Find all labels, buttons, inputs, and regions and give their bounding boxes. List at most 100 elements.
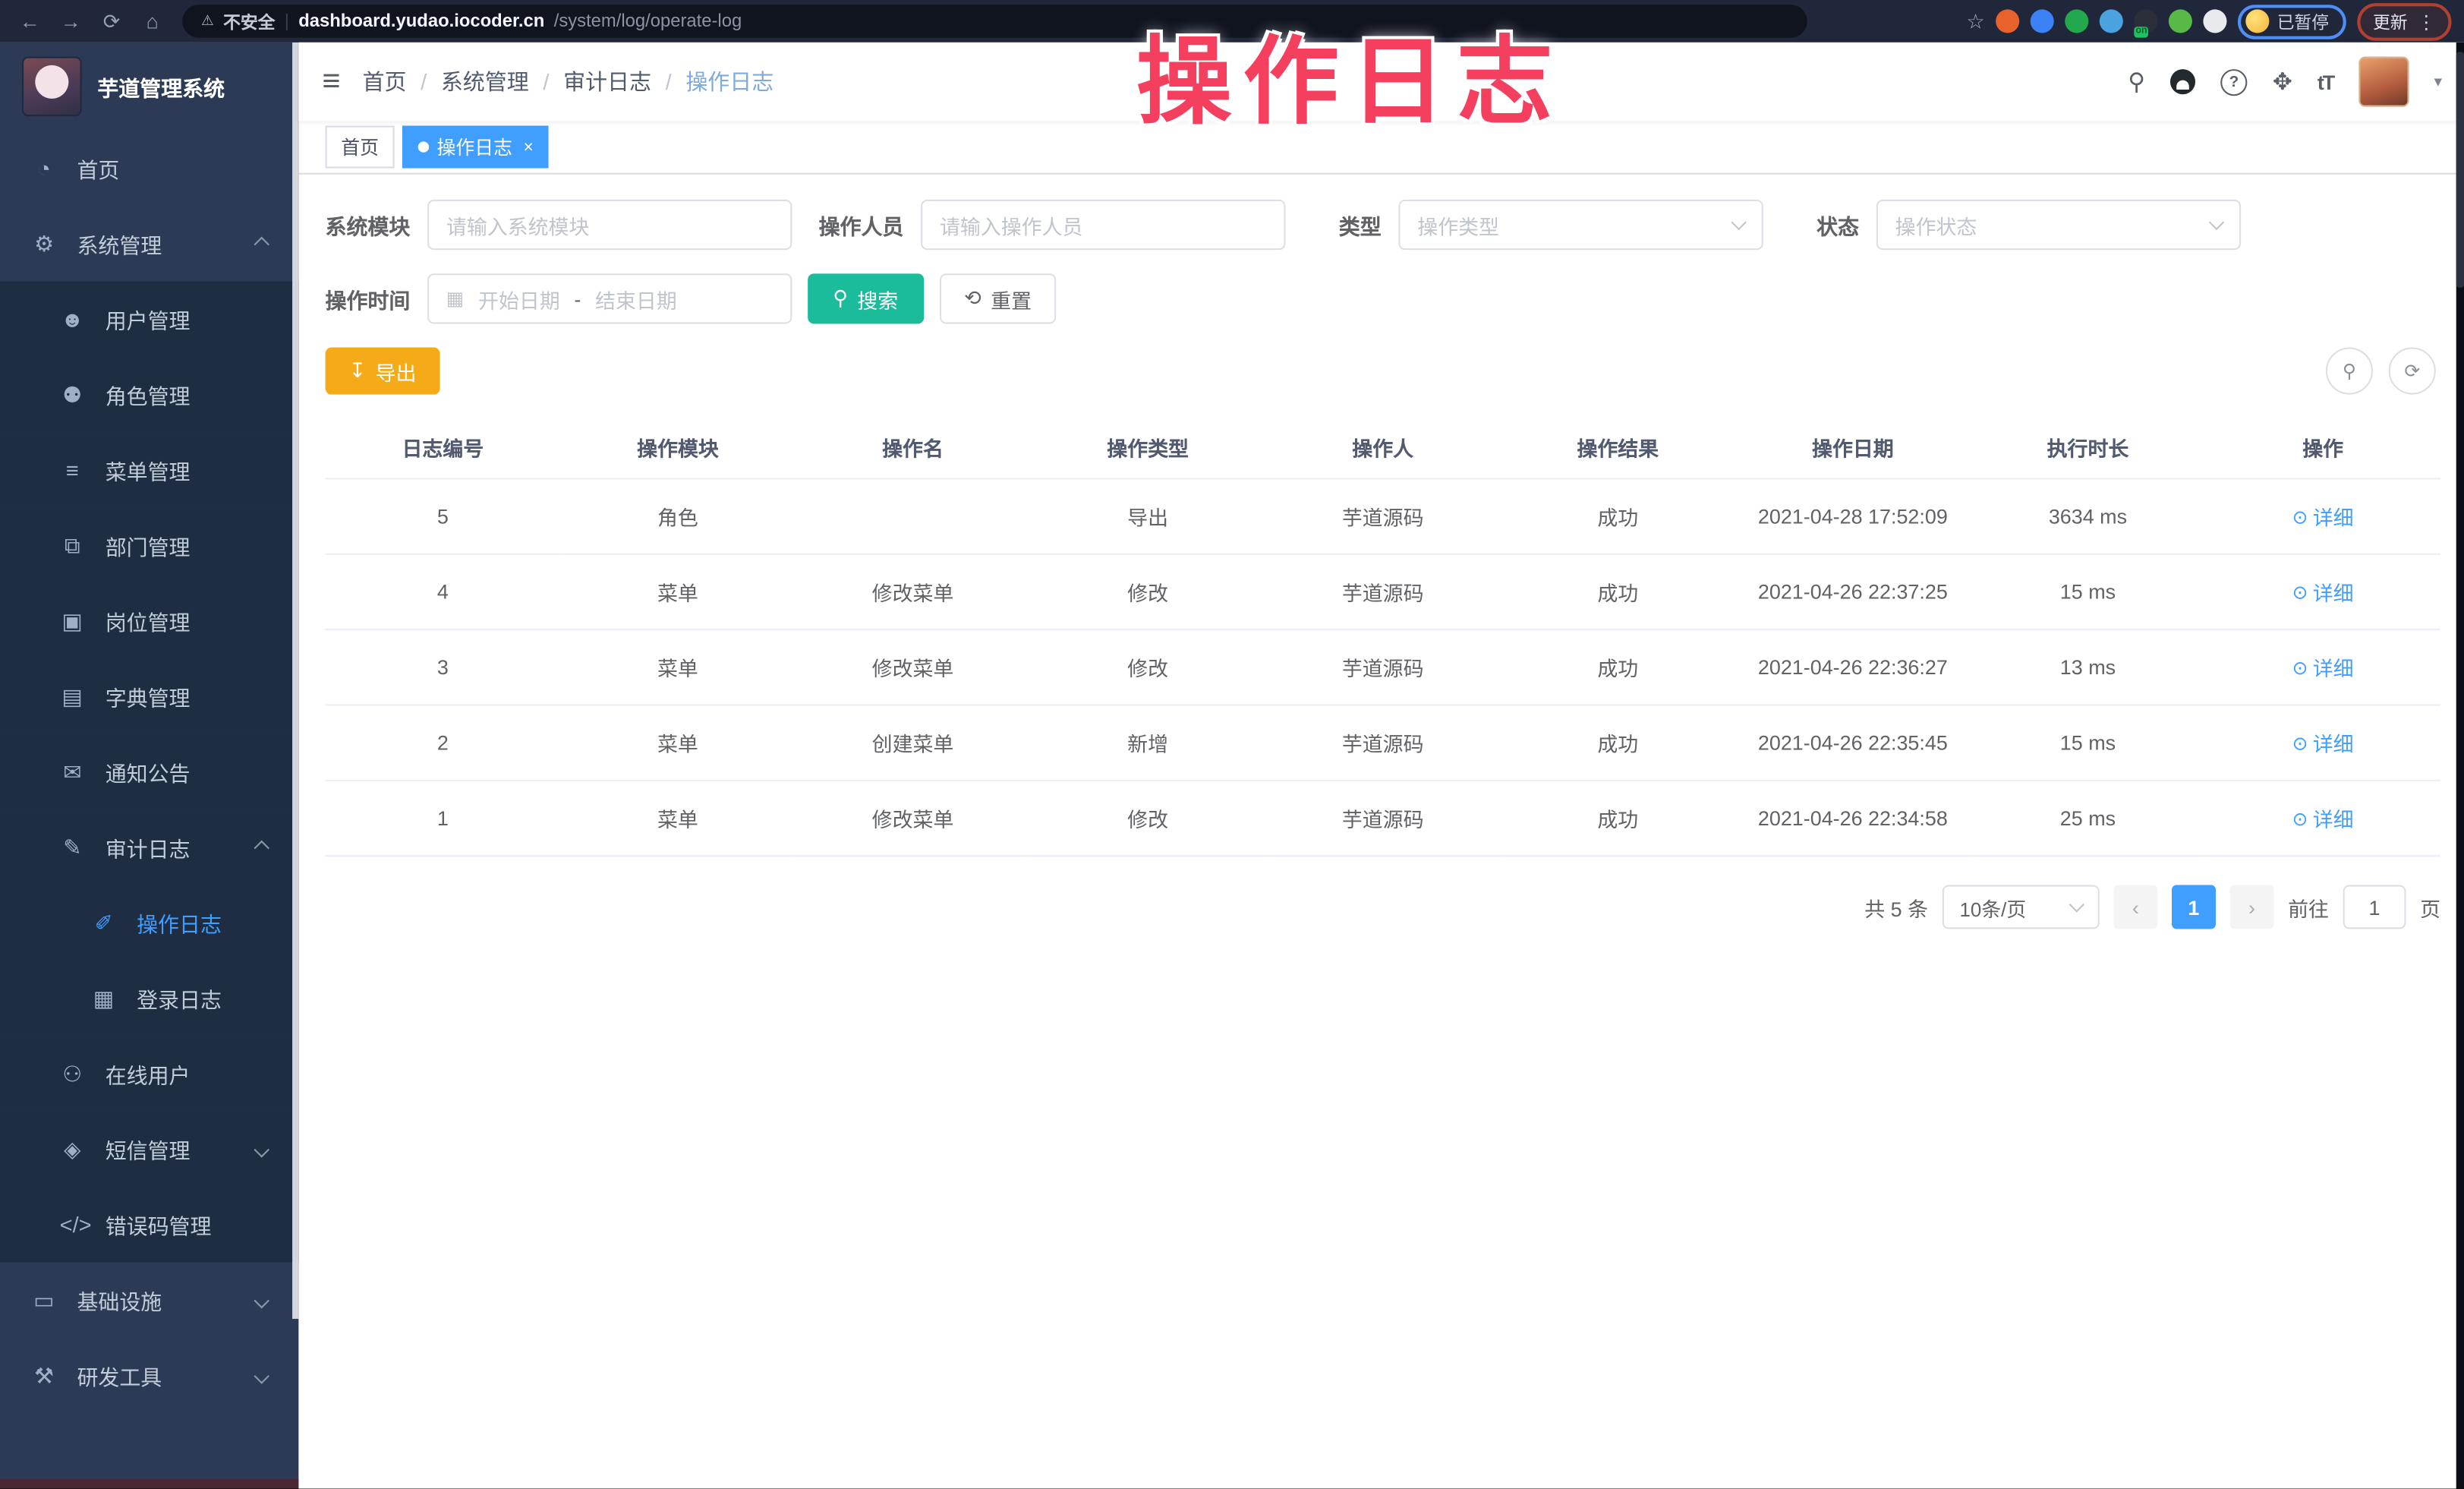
page-size-select[interactable]: 10条/页 (1943, 885, 2100, 929)
table-cell: 成功 (1500, 781, 1735, 856)
type-select[interactable]: 操作类型 (1398, 200, 1763, 250)
sidebar-item-login-log[interactable]: ▦登录日志 (0, 961, 298, 1036)
goto-label: 前往 (2288, 892, 2329, 922)
extension-teal-split-icon[interactable] (2100, 9, 2123, 33)
sidebar-item-sms-management[interactable]: ◈短信管理 (0, 1112, 298, 1187)
detail-link[interactable]: ⊙详细 (2292, 577, 2354, 607)
prev-page-button[interactable]: ‹ (2113, 885, 2157, 929)
extension-leaf-icon[interactable] (2169, 9, 2192, 33)
sidebar-item-notice[interactable]: ✉通知公告 (0, 734, 298, 809)
download-icon: ↧ (349, 358, 367, 383)
browser-home-icon[interactable]: ⌂ (135, 0, 170, 43)
search-button[interactable]: ⚲ 搜索 (808, 273, 923, 323)
table-cell: 菜单 (560, 629, 796, 705)
sidebar-collapse-icon[interactable]: ≡ (322, 64, 340, 100)
close-icon[interactable]: × (523, 137, 533, 156)
sidebar-item-label: 通知公告 (106, 756, 191, 787)
login-log-icon: ▦ (91, 985, 116, 1011)
refresh-icon[interactable]: ⟳ (2389, 348, 2436, 395)
update-button[interactable]: 更新 ⋮ (2357, 2, 2451, 40)
table-cell: 芋道源码 (1265, 554, 1501, 629)
user-avatar[interactable] (2358, 57, 2409, 107)
detail-link[interactable]: ⊙详细 (2292, 501, 2354, 531)
table-tools: ⚲ ⟳ (2326, 348, 2436, 395)
detail-link-label: 详细 (2313, 652, 2354, 682)
breadcrumb-item[interactable]: 系统管理 (441, 66, 529, 97)
operator-input[interactable]: 请输入操作人员 (921, 200, 1285, 250)
extension-dark-on-icon[interactable]: on (2134, 9, 2157, 33)
font-size-icon[interactable]: tT (2317, 70, 2333, 93)
sidebar-item-menu-management[interactable]: ≡菜单管理 (0, 432, 298, 507)
sidebar: 芋道管理系统 ◔首页⚙系统管理☻用户管理⚉角色管理≡菜单管理⧉部门管理▣岗位管理… (0, 43, 298, 1489)
sidebar-item-home[interactable]: ◔首页 (0, 131, 298, 206)
status-select[interactable]: 操作状态 (1876, 200, 2241, 250)
docs-help-icon[interactable]: ? (2220, 68, 2247, 95)
avatar-caret-icon[interactable]: ▾ (2434, 73, 2442, 90)
sidebar-item-role-management[interactable]: ⚉角色管理 (0, 357, 298, 432)
sidebar-item-system-management[interactable]: ⚙系统管理 (0, 206, 298, 281)
sidebar-item-dict-management[interactable]: ▤ 字典管理 (0, 658, 298, 733)
page-1-button[interactable]: 1 (2172, 885, 2216, 929)
address-divider: | (285, 12, 289, 31)
detail-link-label: 详细 (2313, 728, 2354, 758)
profile-avatar-icon (2245, 9, 2269, 33)
sidebar-item-dept-management[interactable]: ⧉部门管理 (0, 508, 298, 583)
next-page-button[interactable]: › (2230, 885, 2274, 929)
table-row: 4菜单修改菜单修改芋道源码成功2021-04-26 22:37:2515 ms⊙… (326, 554, 2440, 629)
date-range-input[interactable]: ▦ 开始日期 - 结束日期 (427, 273, 792, 323)
sidebar-item-label: 字典管理 (106, 680, 191, 711)
table-header-row: 日志编号操作模块操作名操作类型操作人操作结果操作日期执行时长操作 (326, 415, 2440, 479)
app-logo-row[interactable]: 芋道管理系统 (0, 43, 298, 131)
sidebar-item-post-management[interactable]: ▣岗位管理 (0, 583, 298, 658)
tab-操作日志[interactable]: 操作日志 × (402, 126, 549, 169)
table-cell: 2021-04-26 22:37:25 (1735, 554, 1971, 629)
fullscreen-icon[interactable]: ✥ (2273, 68, 2292, 96)
dictionary-icon: ▤ (60, 683, 85, 710)
sidebar-item-dev-tools[interactable]: ⚒研发工具 (0, 1338, 298, 1413)
sidebar-item-operate-log[interactable]: ✐操作日志 (0, 885, 298, 961)
goto-page-input[interactable] (2343, 885, 2406, 929)
profile-chip[interactable]: 已暂停 (2238, 4, 2346, 39)
table-cell: 3634 ms (1971, 478, 2206, 554)
sidebar-item-label: 岗位管理 (106, 605, 191, 636)
table-cell: 芋道源码 (1265, 781, 1501, 856)
tab-label: 操作日志 (437, 134, 512, 160)
browser-forward-icon[interactable]: → (53, 0, 88, 43)
module-input[interactable]: 请输入系统模块 (427, 200, 792, 250)
github-icon[interactable] (2170, 69, 2195, 94)
table-cell-action: ⊙详细 (2205, 781, 2440, 856)
column-header: 操作模块 (560, 415, 796, 479)
window-scrollbar[interactable] (2456, 43, 2464, 1489)
export-button[interactable]: ↧ 导出 (326, 348, 440, 395)
breadcrumb-separator: / (666, 69, 672, 94)
extension-puzzle-icon[interactable] (2203, 9, 2226, 33)
table-cell: 成功 (1500, 478, 1735, 554)
sidebar-item-user-management[interactable]: ☻用户管理 (0, 282, 298, 357)
search-icon[interactable]: ⚲ (2128, 68, 2145, 96)
detail-link[interactable]: ⊙详细 (2292, 803, 2354, 833)
sidebar-item-online-users[interactable]: ⚇在线用户 (0, 1036, 298, 1111)
breadcrumb-item: 操作日志 (685, 66, 774, 97)
sidebar-scrollbar[interactable] (292, 43, 298, 1319)
extension-green-v-icon[interactable] (2065, 9, 2088, 33)
reset-button[interactable]: ⟲ 重置 (939, 273, 1057, 323)
breadcrumb-item[interactable]: 首页 (363, 66, 407, 97)
sidebar-item-error-code-management[interactable]: </>错误码管理 (0, 1187, 298, 1262)
browser-menu-kebab-icon[interactable]: ⋮ (2417, 10, 2436, 32)
extension-orange-icon[interactable] (1996, 9, 2019, 33)
browser-back-icon[interactable]: ← (13, 0, 48, 43)
browser-reload-icon[interactable]: ⟳ (94, 0, 129, 43)
extension-blue-pin-icon[interactable] (2031, 9, 2054, 33)
table-cell: 角色 (560, 478, 796, 554)
detail-link[interactable]: ⊙详细 (2292, 728, 2354, 758)
detail-link[interactable]: ⊙详细 (2292, 652, 2354, 682)
sidebar-item-infrastructure[interactable]: ▭基础设施 (0, 1262, 298, 1337)
scrollbar-thumb[interactable] (2456, 52, 2464, 288)
table-cell-action: ⊙详细 (2205, 478, 2440, 554)
sidebar-item-audit-log[interactable]: ✎审计日志 (0, 809, 298, 885)
chevron-up-icon (254, 236, 269, 251)
bookmark-star-icon[interactable]: ☆ (1967, 8, 1985, 33)
hide-search-icon[interactable]: ⚲ (2326, 348, 2373, 395)
tab-首页[interactable]: 首页 (326, 126, 395, 169)
breadcrumb-item[interactable]: 审计日志 (563, 66, 651, 97)
